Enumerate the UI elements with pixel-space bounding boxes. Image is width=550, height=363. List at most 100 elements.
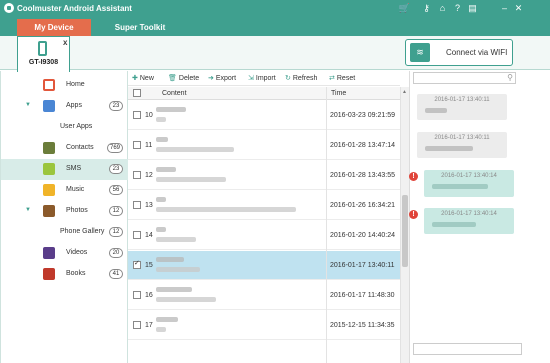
row-time: 2016-01-28 13:47:14 xyxy=(330,142,395,149)
table-row[interactable]: 10 2016-03-23 09:21:59 xyxy=(128,101,400,130)
row-time: 2016-03-23 09:21:59 xyxy=(330,112,395,119)
message-time: 2016-01-17 13:40:14 xyxy=(441,211,497,217)
phone-icon xyxy=(38,41,47,56)
conversation-search-input[interactable]: ⚲ xyxy=(413,72,516,84)
table-row[interactable]: 14 2016-01-20 14:40:24 xyxy=(128,221,400,250)
row-checkbox-checked[interactable]: ✓ xyxy=(133,260,141,269)
row-number: 15 xyxy=(145,262,153,269)
row-checkbox[interactable] xyxy=(133,321,141,329)
search-icon[interactable]: ⚲ xyxy=(507,73,513,82)
feedback-icon[interactable]: ▤ xyxy=(466,2,479,15)
column-header-content[interactable]: Content xyxy=(162,90,187,97)
main-tab-bar: My Device Super Toolkit xyxy=(0,17,550,36)
sidebar-item-label: SMS xyxy=(66,165,82,172)
sidebar-item-sms[interactable]: SMS 23 xyxy=(1,159,128,180)
table-row[interactable]: 13 2016-01-26 16:34:21 xyxy=(128,191,400,220)
row-number: 17 xyxy=(145,322,153,329)
column-header-time[interactable]: Time xyxy=(331,90,346,97)
expand-arrow-icon[interactable]: ▼ xyxy=(25,102,31,108)
import-button[interactable]: ⇲ Import xyxy=(248,74,276,82)
device-name: GT-I9308 xyxy=(28,59,59,66)
sidebar-item-apps[interactable]: ▼ Apps 23 xyxy=(1,96,128,117)
refresh-button[interactable]: ↻ Refresh xyxy=(285,74,317,82)
toolbar: ✚ New 🗑 Delete ➜ Export ⇲ Import ↻ Refresh ⇄ R… xyxy=(128,71,400,86)
send-failed-icon[interactable]: ! xyxy=(409,210,418,219)
message-input[interactable] xyxy=(413,343,522,355)
sidebar-item-videos[interactable]: Videos 20 xyxy=(1,243,128,264)
music-icon xyxy=(43,184,55,196)
send-failed-icon[interactable]: ! xyxy=(409,172,418,181)
sidebar-item-label: Books xyxy=(66,270,86,277)
row-checkbox[interactable] xyxy=(133,141,141,149)
row-checkbox[interactable] xyxy=(133,111,141,119)
table-row[interactable]: 12 2016-01-28 13:43:55 xyxy=(128,161,400,190)
table-row[interactable]: 16 2016-01-17 11:48:30 xyxy=(128,281,400,310)
row-checkbox[interactable] xyxy=(133,171,141,179)
message-preview-redacted xyxy=(156,327,166,332)
reset-icon: ⇄ xyxy=(329,75,335,82)
sidebar-item-label: Photos xyxy=(66,207,88,214)
wifi-icon: ≋ xyxy=(410,43,430,62)
message-text-redacted xyxy=(425,146,473,151)
new-button[interactable]: ✚ New xyxy=(132,74,154,82)
table-row[interactable]: 17 2015-12-15 11:34:35 xyxy=(128,311,400,340)
disconnect-icon[interactable]: x xyxy=(63,38,67,47)
videos-icon xyxy=(43,247,55,259)
cart-icon[interactable]: 🛒 xyxy=(398,2,411,15)
count-badge: 23 xyxy=(109,164,123,174)
sidebar-item-books[interactable]: Books 41 xyxy=(1,264,128,285)
count-badge: 56 xyxy=(109,185,123,195)
sidebar-item-label: Apps xyxy=(66,102,82,109)
scrollbar-thumb[interactable] xyxy=(402,195,408,267)
table-row[interactable]: 11 2016-01-28 13:47:14 xyxy=(128,131,400,160)
message-preview-redacted xyxy=(156,177,226,182)
message-preview-redacted xyxy=(156,147,234,152)
tab-my-device[interactable]: My Device xyxy=(17,19,91,36)
row-time: 2016-01-28 13:43:55 xyxy=(330,172,395,179)
contact-name-redacted xyxy=(156,167,176,172)
contact-name-redacted xyxy=(156,107,186,112)
key-icon[interactable]: ⚷ xyxy=(420,2,433,15)
row-number: 16 xyxy=(145,292,153,299)
expand-arrow-icon[interactable]: ▼ xyxy=(25,207,31,213)
table-header: Content Time xyxy=(128,87,400,100)
reset-button[interactable]: ⇄ Reset xyxy=(329,74,355,82)
help-icon[interactable]: ? xyxy=(451,2,464,15)
sidebar-item-contacts[interactable]: Contacts 769 xyxy=(1,138,128,159)
close-icon[interactable]: ✕ xyxy=(512,2,525,15)
row-time: 2016-01-17 13:40:11 xyxy=(330,262,395,269)
row-checkbox[interactable] xyxy=(133,291,141,299)
message-bubble-received[interactable]: 2016-01-17 13:40:11 xyxy=(417,94,507,120)
connect-wifi-button[interactable]: ≋ Connect via WIFI xyxy=(405,39,513,66)
delete-label: Delete xyxy=(178,75,200,82)
table-scrollbar[interactable]: ▲ xyxy=(400,87,409,363)
sidebar-item-user-apps[interactable]: User Apps xyxy=(1,117,128,138)
message-bubble-received[interactable]: 2016-01-17 13:40:11 xyxy=(417,132,507,158)
select-all-checkbox[interactable] xyxy=(133,89,141,97)
tab-super-toolkit[interactable]: Super Toolkit xyxy=(100,19,180,36)
row-time: 2016-01-20 14:40:24 xyxy=(330,232,395,239)
refresh-icon: ↻ xyxy=(285,75,291,82)
sms-icon xyxy=(43,163,55,175)
contact-name-redacted xyxy=(156,137,168,142)
row-checkbox[interactable] xyxy=(133,231,141,239)
row-number: 13 xyxy=(145,202,153,209)
sidebar-item-music[interactable]: Music 56 xyxy=(1,180,128,201)
count-badge: 12 xyxy=(109,206,123,216)
home-icon[interactable]: ⌂ xyxy=(436,2,449,15)
minimize-icon[interactable]: – xyxy=(498,2,511,15)
sidebar-item-home[interactable]: Home xyxy=(1,75,128,96)
row-checkbox[interactable] xyxy=(133,201,141,209)
sidebar-item-phone-gallery[interactable]: Phone Gallery 12 xyxy=(1,222,128,243)
export-button[interactable]: ➜ Export xyxy=(208,74,236,82)
message-bubble-sent[interactable]: 2016-01-17 13:40:14 xyxy=(424,208,514,234)
contact-name-redacted xyxy=(156,257,184,262)
sidebar-item-photos[interactable]: ▼ Photos 12 xyxy=(1,201,128,222)
device-card[interactable]: x GT-I9308 xyxy=(17,36,70,72)
scroll-up-icon[interactable]: ▲ xyxy=(402,89,407,95)
connect-wifi-label: Connect via WIFI xyxy=(446,48,508,57)
message-bubble-sent[interactable]: 2016-01-17 13:40:14 xyxy=(424,170,514,197)
table-row-selected[interactable]: ✓ 15 2016-01-17 13:40:11 xyxy=(128,251,400,280)
message-preview-redacted xyxy=(156,207,296,212)
delete-button[interactable]: 🗑 Delete xyxy=(168,74,199,82)
